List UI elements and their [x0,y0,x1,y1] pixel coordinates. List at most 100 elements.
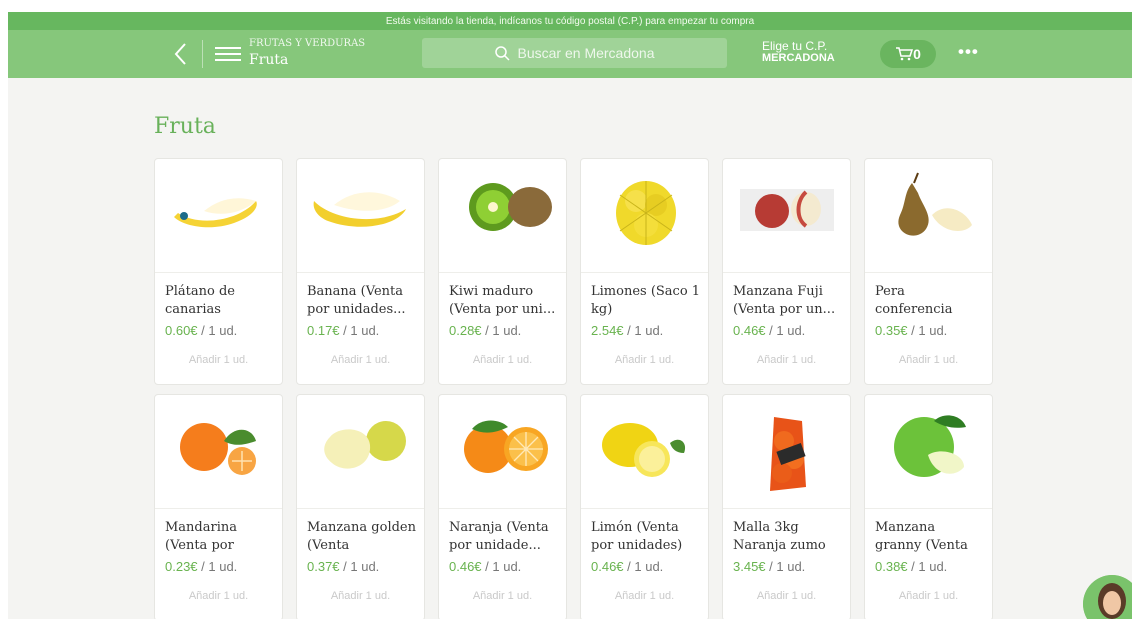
price-unit: / 1 ud. [765,559,806,574]
banana-icon [313,191,406,227]
price-unit: / 1 ud. [623,323,664,338]
price-unit: / 1 ud. [197,323,238,338]
price-unit: / 1 ud. [481,323,522,338]
price-unit: / 1 ud. [907,559,948,574]
product-price: 2.54€ / 1 ud. [591,323,663,338]
price-unit: / 1 ud. [765,323,806,338]
product-name: Naranja (Venta por unidade... [449,520,549,553]
price-value: 0.46€ [591,559,624,574]
app-frame: Estás visitando la tienda, indícanos tu … [8,12,1132,619]
add-to-cart-button[interactable]: Añadir 1 ud. [723,590,850,602]
price-unit: / 1 ud. [481,559,522,574]
product-price: 0.46€ / 1 ud. [733,323,805,338]
search-placeholder: Buscar en Mercadona [517,45,655,61]
price-unit: / 1 ud. [339,323,380,338]
postal-code-notice: Estás visitando la tienda, indícanos tu … [8,12,1132,30]
granny-apple-icon [893,414,966,477]
plantain-banana-icon [173,197,257,227]
add-to-cart-button[interactable]: Añadir 1 ud. [865,590,992,602]
price-value: 0.23€ [165,559,198,574]
product-image[interactable] [723,159,850,273]
price-value: 2.54€ [591,323,624,338]
product-name: Malla 3kg Naranja zumo [733,520,826,553]
add-to-cart-button[interactable]: Añadir 1 ud. [439,590,566,602]
price-value: 0.60€ [165,323,198,338]
top-navigation-bar: FRUTAS Y VERDURAS Fruta Buscar en Mercad… [8,30,1132,78]
add-to-cart-button[interactable]: Añadir 1 ud. [865,354,992,366]
store-name: MERCADONA [762,51,835,64]
product-price: 0.35€ / 1 ud. [875,323,947,338]
add-to-cart-button[interactable]: Añadir 1 ud. [439,354,566,366]
add-to-cart-button[interactable]: Añadir 1 ud. [297,590,424,602]
lemon-bag-icon [615,180,676,245]
product-image[interactable] [155,159,282,273]
product-image[interactable] [297,395,424,509]
product-image[interactable] [439,395,566,509]
price-unit: / 1 ud. [339,559,380,574]
search-input[interactable]: Buscar en Mercadona [422,38,727,68]
menu-icon[interactable] [215,44,241,64]
product-image[interactable] [581,159,708,273]
product-image[interactable] [865,159,992,273]
product-image[interactable] [865,395,992,509]
product-card[interactable]: Banana (Venta por unidades... 0.17€ / 1 … [296,158,425,385]
product-image[interactable] [297,159,424,273]
price-unit: / 1 ud. [623,559,664,574]
add-to-cart-button[interactable]: Añadir 1 ud. [581,590,708,602]
product-card[interactable]: Malla 3kg Naranja zumo 3.45€ / 1 ud. Aña… [722,394,851,619]
cart-button[interactable]: 0 [880,40,936,68]
product-name: Manzana Fuji (Venta por un... [733,284,836,317]
product-name: Limones (Saco 1 kg) [591,284,701,317]
product-image[interactable] [723,395,850,509]
page-title: Fruta [154,114,216,139]
add-to-cart-button[interactable]: Añadir 1 ud. [297,354,424,366]
product-price: 0.28€ / 1 ud. [449,323,521,338]
lemon-icon [601,422,685,477]
product-price: 0.46€ / 1 ud. [449,559,521,574]
product-card[interactable]: Limón (Venta por unidades) 0.46€ / 1 ud.… [580,394,709,619]
product-card[interactable]: Mandarina (Venta por 0.23€ / 1 ud. Añadi… [154,394,283,619]
product-card[interactable]: Manzana granny (Venta 0.38€ / 1 ud. Añad… [864,394,993,619]
product-name: Plátano de canarias [165,284,235,317]
breadcrumb-category: FRUTAS Y VERDURAS [249,38,366,49]
assistant-avatar[interactable] [1083,575,1132,619]
price-value: 0.17€ [307,323,340,338]
postal-code-selector[interactable]: Elige tu C.P. MERCADONA [762,40,835,64]
product-card[interactable]: Manzana golden (Venta 0.37€ / 1 ud. Añad… [296,394,425,619]
product-card[interactable]: Manzana Fuji (Venta por un... 0.46€ / 1 … [722,158,851,385]
add-to-cart-button[interactable]: Añadir 1 ud. [723,354,850,366]
golden-apple-icon [323,420,406,469]
product-name: Manzana granny (Venta [875,520,968,553]
price-value: 0.28€ [449,323,482,338]
product-price: 0.23€ / 1 ud. [165,559,237,574]
price-value: 0.38€ [875,559,908,574]
product-card[interactable]: Plátano de canarias 0.60€ / 1 ud. Añadir… [154,158,283,385]
price-value: 0.37€ [307,559,340,574]
fuji-apple-icon [739,188,834,231]
divider [202,40,203,68]
orange-mesh-bag-icon [769,416,806,491]
product-image[interactable] [439,159,566,273]
product-price: 3.45€ / 1 ud. [733,559,805,574]
add-to-cart-button[interactable]: Añadir 1 ud. [155,354,282,366]
product-card[interactable]: Kiwi maduro (Venta por uni... 0.28€ / 1 … [438,158,567,385]
product-card[interactable]: Naranja (Venta por unidade... 0.46€ / 1 … [438,394,567,619]
more-options-button[interactable]: ••• [958,42,979,62]
product-card[interactable]: Pera conferencia 0.35€ / 1 ud. Añadir 1 … [864,158,993,385]
product-price: 0.60€ / 1 ud. [165,323,237,338]
price-unit: / 1 ud. [197,559,238,574]
cart-count: 0 [913,46,921,62]
product-image[interactable] [155,395,282,509]
mandarin-icon [179,422,256,475]
price-value: 0.46€ [733,323,766,338]
breadcrumb[interactable]: FRUTAS Y VERDURAS Fruta [249,38,366,68]
product-name: Pera conferencia [875,284,953,317]
add-to-cart-button[interactable]: Añadir 1 ud. [155,590,282,602]
search-icon [494,45,510,61]
add-to-cart-button[interactable]: Añadir 1 ud. [581,354,708,366]
back-button[interactable] [168,40,192,68]
product-card[interactable]: Limones (Saco 1 kg) 2.54€ / 1 ud. Añadir… [580,158,709,385]
chevron-left-icon [174,43,186,65]
product-image[interactable] [581,395,708,509]
product-price: 0.38€ / 1 ud. [875,559,947,574]
